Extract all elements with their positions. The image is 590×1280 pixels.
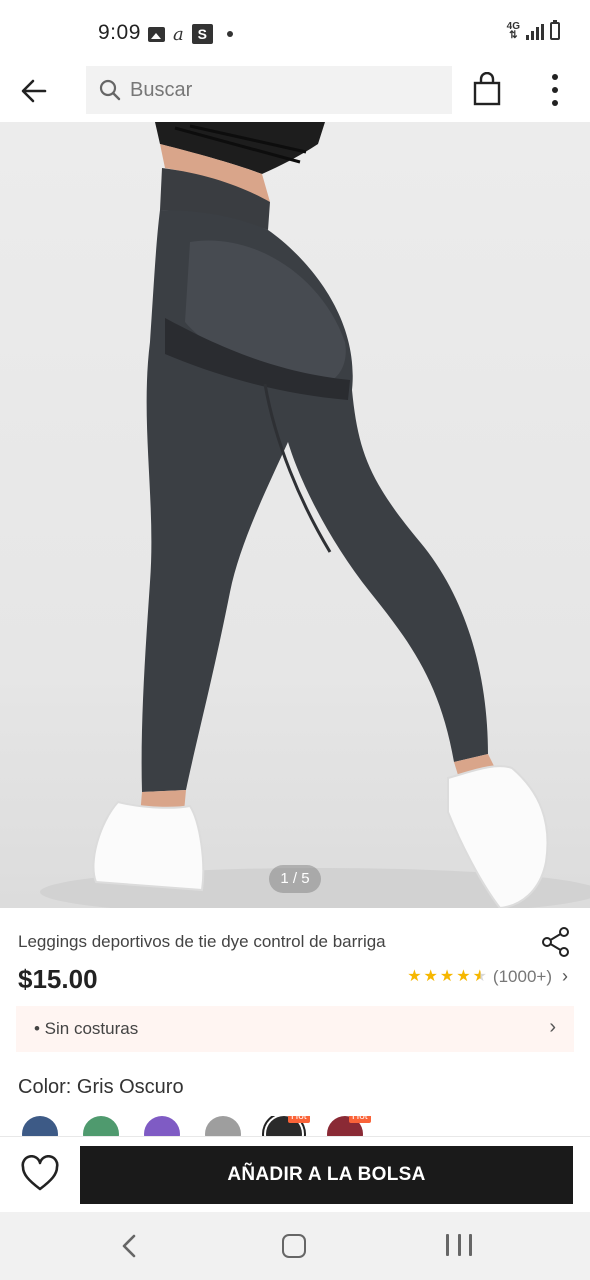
chevron-left-icon bbox=[122, 1234, 136, 1258]
promo-banner[interactable]: • Sin costuras › bbox=[16, 1006, 574, 1052]
action-bar: AÑADIR A LA BOLSA bbox=[0, 1136, 590, 1212]
product-image-carousel[interactable]: 1 / 5 bbox=[0, 122, 590, 908]
shopping-bag-icon bbox=[473, 71, 501, 106]
shopping-bag-button[interactable] bbox=[470, 71, 504, 108]
wishlist-button[interactable] bbox=[20, 1154, 60, 1193]
star-icon: ★ bbox=[456, 967, 471, 985]
color-swatch[interactable] bbox=[144, 1116, 180, 1138]
signal-icon bbox=[526, 24, 544, 40]
nav-home-button[interactable] bbox=[282, 1234, 306, 1258]
star-icon: ★ bbox=[407, 967, 422, 985]
nav-back-button[interactable] bbox=[118, 1232, 142, 1260]
half-star-icon: ★ bbox=[472, 967, 487, 985]
search-icon bbox=[99, 79, 121, 101]
product-price: $15.00 bbox=[18, 964, 98, 994]
system-nav-bar bbox=[0, 1212, 590, 1280]
back-arrow-icon bbox=[21, 79, 47, 103]
hot-badge: Hot bbox=[349, 1116, 371, 1123]
a-icon: a bbox=[173, 23, 184, 45]
promo-label: • Sin costuras bbox=[34, 1019, 139, 1038]
status-bar: 9:09 a S 4G ⇅ bbox=[0, 0, 590, 62]
share-icon bbox=[542, 927, 569, 957]
search-input[interactable]: Buscar bbox=[86, 66, 452, 114]
dot-icon bbox=[226, 31, 233, 37]
status-time: 9:09 bbox=[98, 21, 141, 44]
share-button[interactable] bbox=[540, 926, 572, 958]
image-page-indicator: 1 / 5 bbox=[269, 865, 321, 893]
chevron-right-icon: › bbox=[549, 1016, 556, 1038]
more-options-button[interactable] bbox=[542, 72, 568, 108]
4g-icon: 4G ⇅ bbox=[506, 21, 520, 41]
more-vertical-icon bbox=[552, 74, 558, 106]
nav-recents-button[interactable] bbox=[446, 1234, 472, 1258]
status-icons-right: 4G ⇅ bbox=[506, 20, 560, 41]
add-to-bag-button[interactable]: AÑADIR A LA BOLSA bbox=[80, 1146, 573, 1204]
star-icon: ★ bbox=[439, 967, 455, 985]
gallery-icon bbox=[148, 26, 165, 42]
color-swatch[interactable] bbox=[83, 1116, 119, 1138]
rating-summary[interactable]: ★ ★ ★ ★ ★ (1000+) › bbox=[407, 966, 568, 987]
color-swatches: Hot Hot bbox=[22, 1116, 582, 1138]
s-icon: S bbox=[191, 24, 213, 44]
app-bar: Buscar bbox=[0, 62, 590, 122]
color-swatch[interactable] bbox=[205, 1116, 241, 1138]
color-swatch[interactable] bbox=[22, 1116, 58, 1138]
chevron-right-icon: › bbox=[562, 966, 568, 986]
battery-icon bbox=[550, 20, 560, 40]
heart-icon bbox=[21, 1154, 59, 1191]
star-icon: ★ bbox=[423, 967, 438, 985]
hot-badge: Hot bbox=[288, 1116, 310, 1123]
product-photo bbox=[40, 122, 590, 908]
status-icons-left: a S bbox=[148, 24, 233, 44]
rating-count: (1000+) bbox=[492, 966, 552, 986]
color-label: Color: Gris Oscuro bbox=[18, 1076, 184, 1098]
back-button[interactable] bbox=[18, 74, 52, 108]
search-placeholder: Buscar bbox=[130, 78, 193, 101]
product-title: Leggings deportivos de tie dye control d… bbox=[18, 932, 386, 951]
